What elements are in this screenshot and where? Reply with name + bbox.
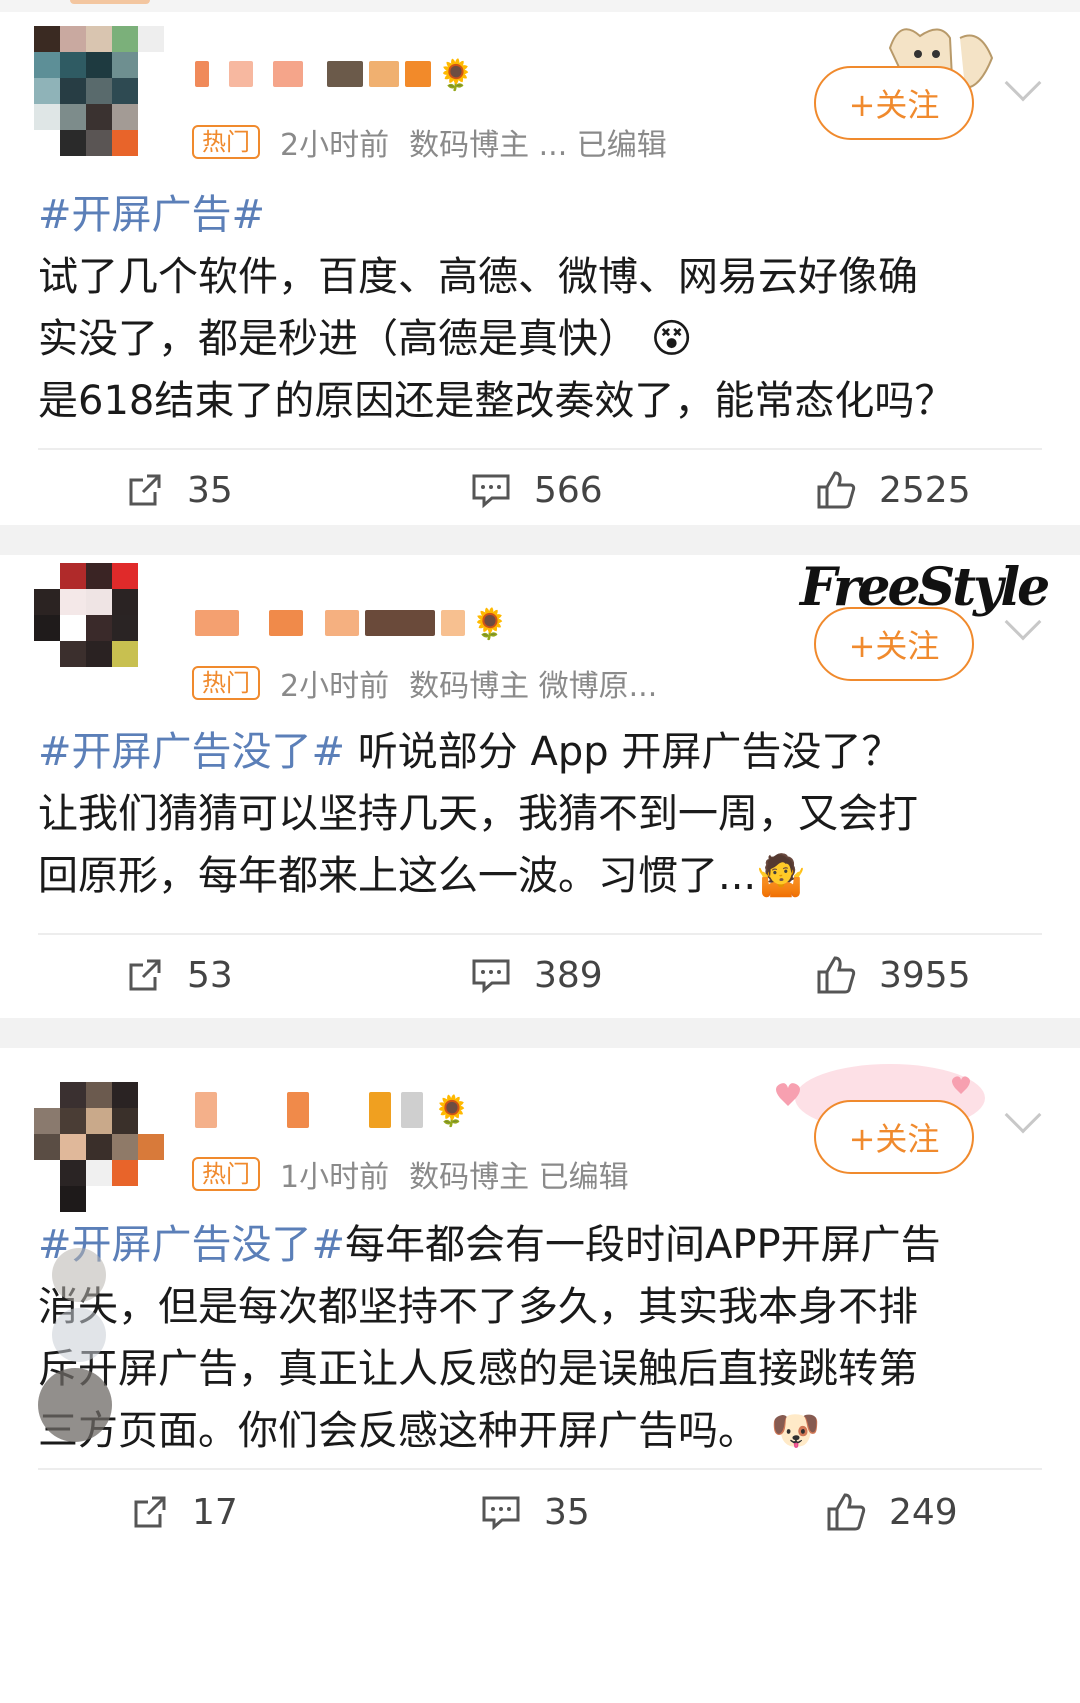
like-count: 2525 bbox=[879, 469, 971, 511]
action-bar: 35 566 2525 bbox=[0, 450, 1080, 530]
comment-icon bbox=[472, 959, 510, 994]
hot-badge: 热门 bbox=[192, 666, 260, 700]
repost-button[interactable]: 17 bbox=[130, 1492, 238, 1533]
post-meta: 热门 2小时前 数码博主 微博原... bbox=[192, 661, 657, 705]
like-button[interactable]: 2525 bbox=[815, 469, 971, 511]
body-line: 消失，但是每次都坚持不了多久，其实我本身不排 bbox=[38, 1284, 918, 1330]
chevron-down-icon[interactable] bbox=[1004, 64, 1042, 102]
post-source: 数码博主 已编辑 bbox=[409, 1160, 629, 1195]
post-source: 数码博主 微博原... bbox=[409, 669, 658, 704]
weibo-post-3[interactable]: 🌻 热门 1小时前 数码博主 已编辑 +关注 #开屏广告没了#每年都会有一段时间… bbox=[0, 1048, 1080, 1703]
post-time: 1小时前 bbox=[280, 1160, 390, 1195]
body-line: 试了几个软件，百度、高德、微博、网易云好像确 bbox=[38, 254, 918, 300]
share-icon bbox=[134, 1496, 166, 1528]
post-body: #开屏广告没了# 听说部分 App 开屏广告没了？ 让我们猜猜可以坚持几天，我猜… bbox=[38, 721, 1042, 907]
post-meta: 热门 2小时前 数码博主 ... 已编辑 bbox=[192, 120, 667, 164]
comment-button[interactable]: 389 bbox=[470, 955, 603, 996]
post-time: 2小时前 bbox=[280, 128, 390, 163]
floating-avatar[interactable] bbox=[38, 1368, 112, 1442]
shrug-emoji: 🤷 bbox=[756, 853, 806, 899]
comment-count: 389 bbox=[534, 954, 603, 996]
like-count: 3955 bbox=[879, 954, 971, 996]
hot-badge: 热门 bbox=[192, 125, 260, 159]
body-line: 让我们猜猜可以坚持几天，我猜不到一周，又会打 bbox=[38, 791, 918, 837]
comment-icon bbox=[472, 474, 510, 509]
thumbs-up-icon bbox=[827, 1493, 866, 1531]
sunflower-icon: 🌻 bbox=[433, 1094, 471, 1129]
username-mosaic[interactable]: 🌻 bbox=[195, 54, 474, 94]
dizzy-face-emoji: 😵 bbox=[650, 316, 693, 362]
weibo-post-2[interactable]: 🌻 热门 2小时前 数码博主 微博原... FreeStyle +关注 #开屏广… bbox=[0, 555, 1080, 1018]
comment-count: 35 bbox=[544, 1491, 590, 1533]
action-bar: 17 35 249 bbox=[0, 1472, 1080, 1552]
thumbs-up-icon bbox=[817, 471, 856, 509]
like-button[interactable]: 3955 bbox=[815, 954, 971, 996]
follow-button[interactable]: +关注 bbox=[814, 607, 974, 681]
avatar[interactable] bbox=[34, 563, 164, 693]
post-meta: 热门 1小时前 数码博主 已编辑 bbox=[192, 1152, 629, 1196]
post-body: #开屏广告# 试了几个软件，百度、高德、微博、网易云好像确 实没了，都是秒进（高… bbox=[38, 184, 1042, 432]
body-line: 每年都会有一段时间APP开屏广告 bbox=[345, 1222, 941, 1268]
weibo-post-1[interactable]: 🌻 热门 2小时前 数码博主 ... 已编辑 +关注 #开屏广告# 试了几个软件… bbox=[0, 12, 1080, 525]
body-line: 斥开屏广告，真正让人反感的是误触后直接跳转第 bbox=[38, 1346, 918, 1392]
hot-badge: 热门 bbox=[192, 1157, 260, 1191]
comment-button[interactable]: 35 bbox=[480, 1492, 590, 1533]
top-edge bbox=[0, 0, 1080, 12]
body-line: 听说部分 App 开屏广告没了？ bbox=[345, 729, 902, 775]
sunflower-icon: 🌻 bbox=[471, 607, 509, 642]
hashtag-link[interactable]: #开屏广告没了# bbox=[38, 729, 345, 775]
avatar[interactable] bbox=[34, 1082, 164, 1212]
post-time: 2小时前 bbox=[280, 669, 390, 704]
doge-emoji: 🐶 bbox=[770, 1408, 821, 1454]
sunflower-icon: 🌻 bbox=[437, 58, 475, 93]
repost-count: 53 bbox=[187, 954, 233, 996]
repost-count: 35 bbox=[187, 469, 233, 511]
floating-avatar[interactable] bbox=[52, 1308, 106, 1362]
chevron-down-icon[interactable] bbox=[1004, 1096, 1042, 1134]
comment-button[interactable]: 566 bbox=[470, 470, 603, 511]
repost-count: 17 bbox=[192, 1491, 238, 1533]
action-bar: 53 389 3955 bbox=[0, 935, 1080, 1015]
username-mosaic[interactable]: 🌻 bbox=[195, 603, 508, 643]
body-line: 回原形，每年都来上这么一波。习惯了... bbox=[38, 853, 757, 899]
thumbs-up-icon bbox=[817, 956, 856, 994]
avatar[interactable] bbox=[34, 26, 164, 156]
like-button[interactable]: 249 bbox=[825, 1491, 958, 1533]
repost-button[interactable]: 53 bbox=[125, 955, 233, 996]
follow-button[interactable]: +关注 bbox=[814, 66, 974, 140]
body-line: 三方页面。你们会反感这种开屏广告吗。 bbox=[38, 1408, 758, 1454]
floating-avatar[interactable] bbox=[52, 1248, 106, 1302]
body-line: 是618结束了的原因还是整改奏效了，能常态化吗？ bbox=[38, 378, 955, 424]
body-line: 实没了，都是秒进（高德是真快） bbox=[38, 316, 638, 362]
like-count: 249 bbox=[889, 1491, 958, 1533]
comment-count: 566 bbox=[534, 469, 603, 511]
share-icon bbox=[129, 959, 161, 991]
post-source: 数码博主 ... 已编辑 bbox=[409, 128, 667, 163]
post-body: #开屏广告没了#每年都会有一段时间APP开屏广告 消失，但是每次都坚持不了多久，… bbox=[38, 1214, 1042, 1462]
previous-tab-stub bbox=[70, 0, 150, 4]
repost-button[interactable]: 35 bbox=[125, 470, 233, 511]
post-separator bbox=[0, 1018, 1080, 1048]
username-mosaic[interactable]: 🌻 bbox=[195, 1090, 470, 1130]
divider bbox=[38, 1468, 1042, 1470]
hashtag-link[interactable]: #开屏广告# bbox=[38, 192, 265, 238]
share-icon bbox=[129, 474, 161, 506]
comment-icon bbox=[482, 1496, 520, 1531]
follow-button[interactable]: +关注 bbox=[814, 1100, 974, 1174]
